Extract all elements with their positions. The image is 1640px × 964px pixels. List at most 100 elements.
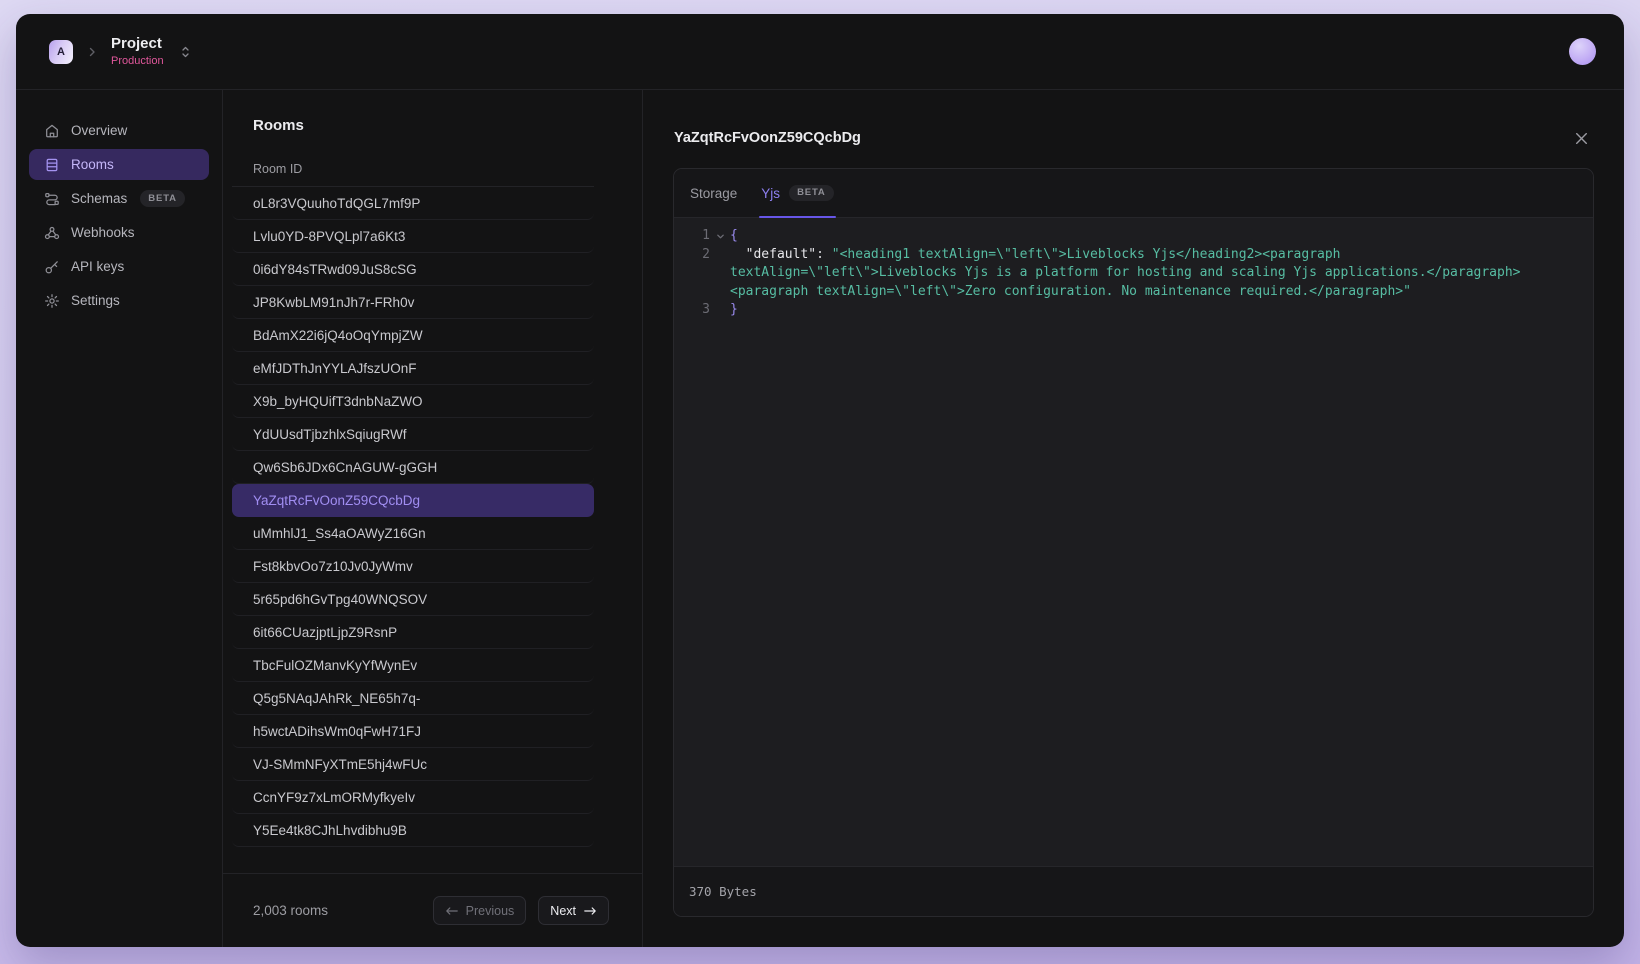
tab[interactable]: Storage xyxy=(690,169,737,217)
room-id: TbcFulOZManvKyYfWynEv xyxy=(253,658,417,673)
line-number: 1 xyxy=(686,227,710,246)
arrow-right-icon xyxy=(583,905,597,917)
code-text: } xyxy=(730,301,1558,320)
room-row[interactable]: uMmhlJ1_Ss4aOAWyZ16Gn xyxy=(232,517,594,550)
project-name: Project xyxy=(111,35,164,52)
room-row[interactable]: Lvlu0YD-8PVQLpl7a6Kt3 xyxy=(232,220,594,253)
room-detail-title: YaZqtRcFvOonZ59CQcbDg xyxy=(674,130,861,146)
room-id: Q5g5NAqJAhRk_NE65h7q- xyxy=(253,691,420,706)
beta-badge: BETA xyxy=(789,185,834,202)
room-row[interactable]: VJ-SMmNFyXTmE5hj4wFUc xyxy=(232,748,594,781)
room-id: 0i6dY84sTRwd09JuS8cSG xyxy=(253,262,417,277)
room-row[interactable]: X9b_byHQUifT3dnbNaZWO xyxy=(232,385,594,418)
desktop-background: A Project Production xyxy=(0,0,1640,964)
sidebar-item[interactable]: Webhooks xyxy=(29,217,209,248)
room-row[interactable]: Q5g5NAqJAhRk_NE65h7q- xyxy=(232,682,594,715)
room-row[interactable]: JP8KwbLM91nJh7r-FRh0v xyxy=(232,286,594,319)
room-row[interactable]: BdAmX22i6jQ4oOqYmpjZW xyxy=(232,319,594,352)
room-id: YdUUsdTjbzhlxSqiugRWf xyxy=(253,427,407,442)
room-id: YaZqtRcFvOonZ59CQcbDg xyxy=(253,493,420,508)
room-id: oL8r3VQuuhoTdQGL7mf9P xyxy=(253,196,420,211)
code-editor[interactable]: 1{2 "default": "<heading1 textAlign=\"le… xyxy=(674,218,1593,866)
tab-bar: Storage Yjs BETA xyxy=(674,169,1593,218)
room-id: 5r65pd6hGvTpg40WNQSOV xyxy=(253,592,427,607)
sidebar-item-label: Settings xyxy=(71,293,120,308)
room-row[interactable]: 6it66CUazjptLjpZ9RsnP xyxy=(232,616,594,649)
org-avatar[interactable]: A xyxy=(49,40,73,64)
schemas-icon xyxy=(44,191,60,207)
project-switcher[interactable]: Project Production xyxy=(111,35,164,68)
sidebar-item-label: Webhooks xyxy=(71,225,135,240)
org-initial: A xyxy=(57,46,65,58)
room-id: uMmhlJ1_Ss4aOAWyZ16Gn xyxy=(253,526,426,541)
fold-chevron-icon[interactable] xyxy=(710,227,730,241)
home-icon xyxy=(44,123,60,139)
room-id: JP8KwbLM91nJh7r-FRh0v xyxy=(253,295,414,310)
room-id: 6it66CUazjptLjpZ9RsnP xyxy=(253,625,397,640)
room-id: BdAmX22i6jQ4oOqYmpjZW xyxy=(253,328,423,343)
sidebar-item-label: Overview xyxy=(71,123,127,138)
code-line: 3} xyxy=(686,301,1593,320)
room-row[interactable]: 5r65pd6hGvTpg40WNQSOV xyxy=(232,583,594,616)
room-id: h5wctADihsWm0qFwH71FJ xyxy=(253,724,421,739)
sidebar-item[interactable]: Rooms xyxy=(29,149,209,180)
sidebar-item[interactable]: Settings xyxy=(29,285,209,316)
code-line: 1{ xyxy=(686,227,1593,246)
sidebar-item-label: Schemas xyxy=(71,191,127,206)
beta-badge: BETA xyxy=(140,190,185,207)
next-button[interactable]: Next xyxy=(538,896,609,925)
room-row[interactable]: CcnYF9z7xLmORMyfkyeIv xyxy=(232,781,594,814)
room-row[interactable]: Qw6Sb6JDx6CnAGUW-gGGH xyxy=(232,451,594,484)
room-row[interactable]: YdUUsdTjbzhlxSqiugRWf xyxy=(232,418,594,451)
sidebar-item[interactable]: Overview xyxy=(29,115,209,146)
room-detail-panel: YaZqtRcFvOonZ59CQcbDg Storage xyxy=(643,90,1624,947)
room-row[interactable]: Fst8kbvOo7z10Jv0JyWmv xyxy=(232,550,594,583)
room-id: Lvlu0YD-8PVQLpl7a6Kt3 xyxy=(253,229,405,244)
line-number: 2 xyxy=(686,246,710,265)
tab[interactable]: Yjs BETA xyxy=(761,169,833,217)
document-size: 370 Bytes xyxy=(689,884,757,899)
code-text: "default": "<heading1 textAlign=\"left\"… xyxy=(730,246,1558,302)
room-id: Y5Ee4tk8CJhLhvdibhu9B xyxy=(253,823,407,838)
fold-spacer xyxy=(710,301,730,306)
unfold-icon[interactable] xyxy=(179,45,192,59)
rooms-panel-title: Rooms xyxy=(253,116,612,136)
sidebar-item[interactable]: Schemas BETA xyxy=(29,183,209,214)
previous-button[interactable]: Previous xyxy=(433,896,527,925)
room-row[interactable]: Y5Ee4tk8CJhLhvdibhu9B xyxy=(232,814,594,847)
sidebar-item-label: API keys xyxy=(71,259,124,274)
room-id: eMfJDThJnYYLAJfszUOnF xyxy=(253,361,417,376)
room-id: VJ-SMmNFyXTmE5hj4wFUc xyxy=(253,757,427,772)
rooms-count: 2,003 rooms xyxy=(253,903,328,918)
room-row[interactable]: YaZqtRcFvOonZ59CQcbDg xyxy=(232,484,594,517)
app-header: A Project Production xyxy=(16,14,1624,90)
rooms-icon xyxy=(44,157,60,173)
app-window: A Project Production xyxy=(16,14,1624,947)
editor-footer: 370 Bytes xyxy=(674,866,1593,916)
line-number: 3 xyxy=(686,301,710,320)
sidebar-item[interactable]: API keys xyxy=(29,251,209,282)
fold-spacer xyxy=(710,246,730,251)
user-avatar[interactable] xyxy=(1569,38,1596,65)
room-id-column-header: Room ID xyxy=(232,154,594,187)
room-row[interactable]: 0i6dY84sTRwd09JuS8cSG xyxy=(232,253,594,286)
sidebar-item-label: Rooms xyxy=(71,157,114,172)
code-lines: 1{2 "default": "<heading1 textAlign=\"le… xyxy=(686,227,1593,320)
room-id: CcnYF9z7xLmORMyfkyeIv xyxy=(253,790,415,805)
room-id: Fst8kbvOo7z10Jv0JyWmv xyxy=(253,559,413,574)
room-row[interactable]: h5wctADihsWm0qFwH71FJ xyxy=(232,715,594,748)
room-id: X9b_byHQUifT3dnbNaZWO xyxy=(253,394,423,409)
tab-label: Yjs xyxy=(761,186,780,201)
room-row[interactable]: eMfJDThJnYYLAJfszUOnF xyxy=(232,352,594,385)
close-icon[interactable] xyxy=(1569,126,1593,150)
environment-label: Production xyxy=(111,54,164,68)
code-line: 2 "default": "<heading1 textAlign=\"left… xyxy=(686,246,1593,302)
rooms-panel: Rooms Room ID oL8r3VQuuhoTdQGL7mf9P Lvlu… xyxy=(223,90,643,947)
tab-label: Storage xyxy=(690,186,737,201)
key-icon xyxy=(44,259,60,275)
room-id: Qw6Sb6JDx6CnAGUW-gGGH xyxy=(253,460,437,475)
room-row[interactable]: oL8r3VQuuhoTdQGL7mf9P xyxy=(232,187,594,220)
room-row[interactable]: TbcFulOZManvKyYfWynEv xyxy=(232,649,594,682)
code-text: { xyxy=(730,227,1558,246)
room-data-viewer: Storage Yjs BETA 1{2 "default": "<headin… xyxy=(673,168,1594,917)
